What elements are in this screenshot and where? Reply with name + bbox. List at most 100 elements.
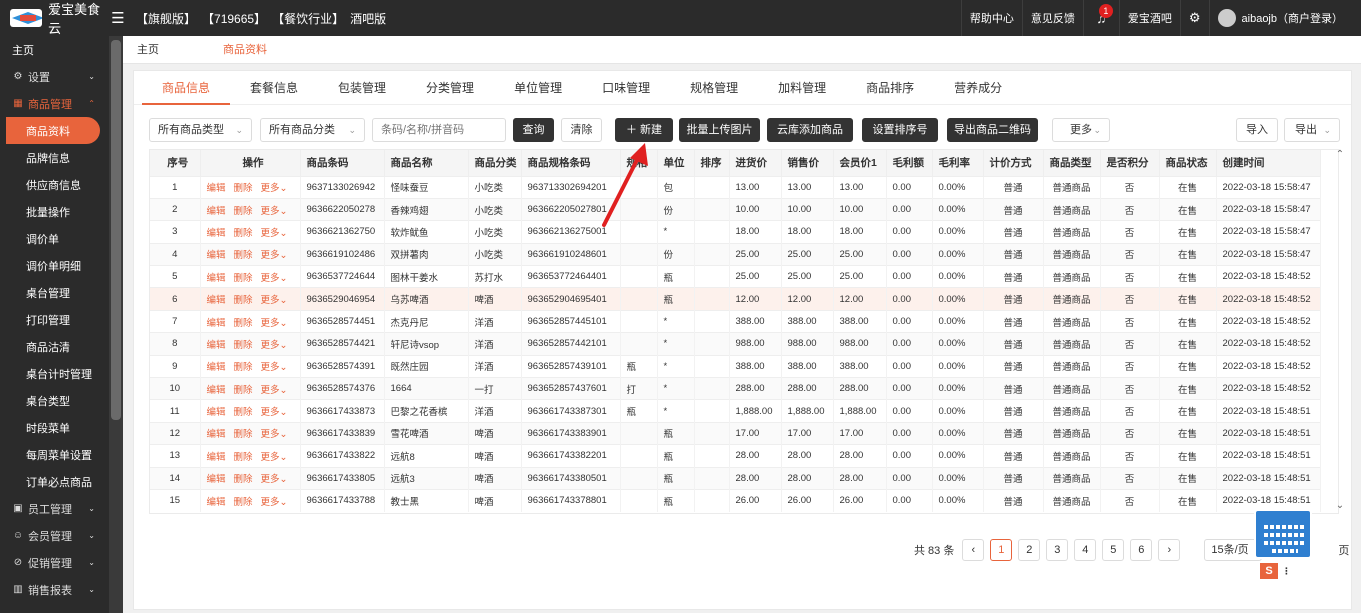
more-link[interactable]: 更多 (261, 340, 280, 351)
subtab-4[interactable]: 单位管理 (494, 71, 582, 105)
sidebar-item-0[interactable]: 主页 (0, 36, 109, 63)
column-header[interactable]: 操作 (200, 150, 301, 176)
sidebar-item-7[interactable]: 调价单 (0, 225, 109, 252)
clear-button[interactable]: 清除 (561, 118, 602, 142)
edit-link[interactable]: 编辑 (207, 362, 226, 373)
user-menu[interactable]: aibaojb（商户登录） (1208, 0, 1361, 36)
edit-link[interactable]: 编辑 (207, 497, 226, 508)
product-category-select[interactable]: 所有商品分类 ⌄ (260, 118, 365, 142)
column-header[interactable]: 商品名称 (384, 150, 469, 176)
page-button[interactable]: 3 (1046, 539, 1069, 561)
table-row[interactable]: 2 编辑 删除 更多⌄ 9636622050278 香辣鸡翅 小吃类 963662205027… (150, 197, 1321, 221)
more-link[interactable]: 更多 (261, 474, 280, 485)
column-header[interactable]: 销售价 (781, 150, 834, 176)
edit-link[interactable]: 编辑 (207, 407, 226, 418)
edit-link[interactable]: 编辑 (207, 429, 226, 440)
export-qr-button[interactable]: 导出商品二维码 (947, 118, 1038, 142)
more-link[interactable]: 更多 (261, 429, 280, 440)
page-button[interactable]: 1 (990, 539, 1013, 561)
menu-toggle-icon[interactable]: ☰ (106, 9, 130, 27)
delete-link[interactable]: 删除 (234, 318, 253, 329)
feedback-link[interactable]: 意见反馈 (1021, 0, 1083, 36)
subtab-1[interactable]: 套餐信息 (230, 71, 318, 105)
sidebar-item-15[interactable]: 每周菜单设置 (0, 441, 109, 468)
sidebar-item-17[interactable]: ▣ 员工管理 ⌄ (0, 495, 109, 522)
edit-link[interactable]: 编辑 (207, 340, 226, 351)
table-row[interactable]: 13 编辑 删除 更多⌄ 9636617433822 远航8 啤酒 9636617433822… (150, 444, 1321, 468)
sidebar-item-10[interactable]: 打印管理 (0, 306, 109, 333)
more-link[interactable]: 更多 (261, 452, 280, 463)
query-button[interactable]: 查询 (513, 118, 554, 142)
more-link[interactable]: 更多 (261, 206, 280, 217)
ime-menu-icon[interactable]: ⋮ (1282, 566, 1291, 577)
sidebar-item-6[interactable]: 批量操作 (0, 198, 109, 225)
table-scrollbar[interactable]: ⌃ ⌄ (1333, 149, 1347, 514)
sidebar-item-20[interactable]: ▥ 销售报表 ⌄ (0, 576, 109, 603)
page-button[interactable]: 5 (1102, 539, 1125, 561)
scroll-up-icon[interactable]: ⌃ (1333, 149, 1347, 163)
edit-link[interactable]: 编辑 (207, 228, 226, 239)
edit-link[interactable]: 编辑 (207, 474, 226, 485)
tab-product-info[interactable]: 商品资料 (209, 36, 281, 64)
subtab-8[interactable]: 商品排序 (846, 71, 934, 105)
cloud-add-product-button[interactable]: 云库添加商品 (767, 118, 853, 142)
sidebar-scrollbar[interactable] (109, 36, 123, 613)
tab-home[interactable]: 主页 (123, 36, 173, 64)
more-dropdown[interactable]: 更多 ⌄ (1052, 118, 1110, 142)
column-header[interactable]: 计价方式 (983, 150, 1044, 176)
table-row[interactable]: 14 编辑 删除 更多⌄ 9636617433805 远航3 啤酒 9636617433805… (150, 466, 1321, 490)
column-header[interactable]: 商品条码 (300, 150, 385, 176)
store-name[interactable]: 爱宝酒吧 (1118, 0, 1180, 36)
delete-link[interactable]: 删除 (234, 407, 253, 418)
sidebar-item-9[interactable]: 桌台管理 (0, 279, 109, 306)
table-row[interactable]: 6 编辑 删除 更多⌄ 9636529046954 乌苏啤酒 啤酒 9636529046954… (150, 287, 1321, 311)
table-row[interactable]: 10 编辑 删除 更多⌄ 9636528574376 1664 一打 963652857437… (150, 377, 1321, 400)
sidebar-item-3[interactable]: 商品资料 (6, 117, 100, 144)
delete-link[interactable]: 删除 (234, 429, 253, 440)
prev-page-button[interactable]: ‹ (962, 539, 985, 561)
subtab-3[interactable]: 分类管理 (406, 71, 494, 105)
delete-link[interactable]: 删除 (234, 250, 253, 261)
column-header[interactable]: 单位 (657, 150, 695, 176)
sidebar-item-19[interactable]: ⊘ 促销管理 ⌄ (0, 549, 109, 576)
search-input[interactable] (372, 118, 506, 142)
sidebar-item-18[interactable]: ☺ 会员管理 ⌄ (0, 522, 109, 549)
more-link[interactable]: 更多 (261, 250, 280, 261)
subtab-6[interactable]: 规格管理 (670, 71, 758, 105)
delete-link[interactable]: 删除 (234, 340, 253, 351)
column-header[interactable]: 会员价1 (833, 150, 887, 176)
column-header[interactable]: 进货价 (729, 150, 782, 176)
subtab-7[interactable]: 加料管理 (758, 71, 846, 105)
set-sort-number-button[interactable]: 设置排序号 (862, 118, 938, 142)
column-header[interactable]: 商品分类 (468, 150, 522, 176)
sidebar-item-4[interactable]: 品牌信息 (0, 144, 109, 171)
scroll-down-icon[interactable]: ⌄ (1333, 500, 1347, 514)
sidebar-item-1[interactable]: ⚙ 设置 ⌄ (0, 63, 109, 90)
edit-link[interactable]: 编辑 (207, 183, 226, 194)
notification-button[interactable]: ♫ 1 (1082, 0, 1119, 36)
settings-button[interactable]: ⚙ (1179, 0, 1209, 36)
column-header[interactable]: 毛利额 (886, 150, 933, 176)
page-button[interactable]: 6 (1130, 539, 1153, 561)
subtab-9[interactable]: 营养成分 (934, 71, 1022, 105)
column-header[interactable]: 规格 (620, 150, 658, 176)
table-row[interactable]: 9 编辑 删除 更多⌄ 9636528574391 既然庄园 洋酒 9636528574391… (150, 354, 1321, 378)
sidebar-item-5[interactable]: 供应商信息 (0, 171, 109, 198)
table-row[interactable]: 8 编辑 删除 更多⌄ 9636528574421 轩尼诗vsop 洋酒 9636528574… (150, 332, 1321, 356)
column-header[interactable]: 商品规格条码 (521, 150, 621, 176)
column-header[interactable]: 排序 (694, 150, 730, 176)
more-link[interactable]: 更多 (261, 183, 280, 194)
delete-link[interactable]: 删除 (234, 362, 253, 373)
sidebar-item-12[interactable]: 桌台计时管理 (0, 360, 109, 387)
sidebar-item-11[interactable]: 商品沽清 (0, 333, 109, 360)
delete-link[interactable]: 删除 (234, 228, 253, 239)
delete-link[interactable]: 删除 (234, 385, 253, 396)
edit-link[interactable]: 编辑 (207, 385, 226, 396)
table-row[interactable]: 3 编辑 删除 更多⌄ 9636621362750 软炸鱿鱼 小吃类 963662136275… (150, 220, 1321, 244)
subtab-0[interactable]: 商品信息 (142, 71, 231, 105)
export-dropdown[interactable]: 导出 ⌄ (1284, 118, 1340, 142)
table-row[interactable]: 11 编辑 删除 更多⌄ 9636617433873 巴黎之花香槟 洋酒 9636617433… (150, 399, 1321, 423)
keyboard-icon[interactable] (1254, 509, 1312, 559)
delete-link[interactable]: 删除 (234, 295, 253, 306)
delete-link[interactable]: 删除 (234, 497, 253, 508)
